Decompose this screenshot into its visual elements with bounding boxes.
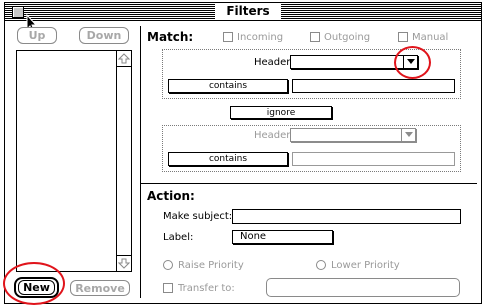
make-subject-field[interactable] xyxy=(232,209,461,224)
label-popup-value: None xyxy=(240,231,267,242)
manual-label: Manual xyxy=(412,32,449,43)
match-heading: Match: xyxy=(147,30,194,44)
label-popup[interactable]: None xyxy=(232,230,333,244)
contains2-text-field[interactable] xyxy=(292,152,455,166)
title-bar[interactable]: Filters xyxy=(4,2,482,21)
lower-priority-radio[interactable] xyxy=(316,260,326,270)
incoming-checkbox[interactable] xyxy=(223,32,233,42)
scroll-up-arrow-icon[interactable] xyxy=(118,52,130,66)
header2-popup-arrow-box[interactable] xyxy=(401,129,415,141)
contains1-text-field[interactable] xyxy=(292,79,455,93)
contains1-popup[interactable]: contains xyxy=(168,79,288,93)
manual-checkbox[interactable] xyxy=(398,32,408,42)
close-box[interactable] xyxy=(12,6,24,18)
divider-horizontal xyxy=(141,183,477,184)
outgoing-checkbox[interactable] xyxy=(310,32,320,42)
transfer-mailbox-popup[interactable] xyxy=(266,278,460,297)
label-label: Label: xyxy=(163,232,194,243)
chevron-down-icon xyxy=(405,132,413,137)
up-button[interactable]: Up xyxy=(17,27,57,44)
conjunction-popup[interactable]: ignore xyxy=(230,106,332,119)
action-heading: Action: xyxy=(147,189,195,203)
header2-popup[interactable] xyxy=(290,128,416,142)
header1-label: Header: xyxy=(254,57,294,68)
transfer-checkbox[interactable] xyxy=(163,283,173,293)
divider-vertical xyxy=(140,26,141,298)
incoming-label: Incoming xyxy=(237,32,284,43)
outgoing-label: Outgoing xyxy=(324,32,371,43)
window-title: Filters xyxy=(215,4,281,19)
annotation-circle-header-arrow xyxy=(394,46,431,79)
header2-label: Header: xyxy=(254,130,294,141)
list-scrollbar[interactable] xyxy=(116,51,131,271)
contains2-popup[interactable]: contains xyxy=(168,152,288,166)
raise-priority-label: Raise Priority xyxy=(178,260,244,271)
scroll-down-arrow-icon[interactable] xyxy=(118,256,130,270)
raise-priority-radio[interactable] xyxy=(163,260,173,270)
annotation-circle-new-button xyxy=(3,262,65,305)
make-subject-label: Make subject: xyxy=(163,211,233,222)
filter-list[interactable] xyxy=(16,50,132,272)
transfer-label: Transfer to: xyxy=(178,283,235,294)
remove-button[interactable]: Remove xyxy=(70,280,130,296)
lower-priority-label: Lower Priority xyxy=(331,260,400,271)
down-button[interactable]: Down xyxy=(79,27,129,44)
